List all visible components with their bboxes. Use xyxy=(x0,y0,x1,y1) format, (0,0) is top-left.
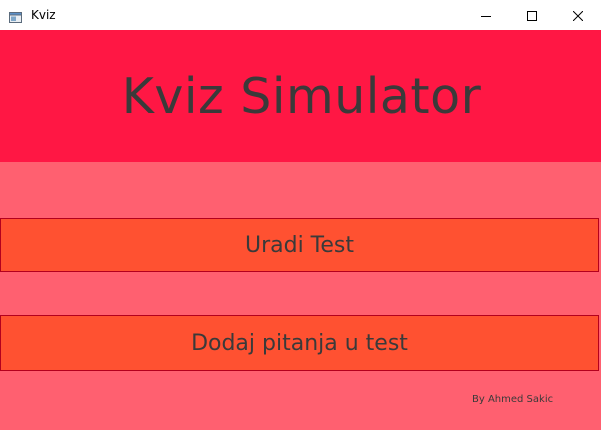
window-app-icon xyxy=(9,8,22,23)
take-test-button[interactable]: Uradi Test xyxy=(0,218,599,272)
title-bar[interactable]: Kviz xyxy=(0,0,601,30)
minimize-icon xyxy=(481,6,491,25)
maximize-icon xyxy=(527,6,537,25)
window-title: Kviz xyxy=(31,8,56,22)
add-questions-button[interactable]: Dodaj pitanja u test xyxy=(0,315,599,371)
close-button[interactable] xyxy=(555,0,601,30)
maximize-button[interactable] xyxy=(509,0,555,30)
header-banner: Kviz Simulator xyxy=(0,30,601,162)
close-icon xyxy=(572,6,584,25)
author-credit: By Ahmed Sakic xyxy=(472,394,554,405)
page-title: Kviz Simulator xyxy=(121,67,482,125)
app-window: Kviz Kviz Simulator Uradi Test Dodaj pit… xyxy=(0,0,601,430)
minimize-button[interactable] xyxy=(463,0,509,30)
